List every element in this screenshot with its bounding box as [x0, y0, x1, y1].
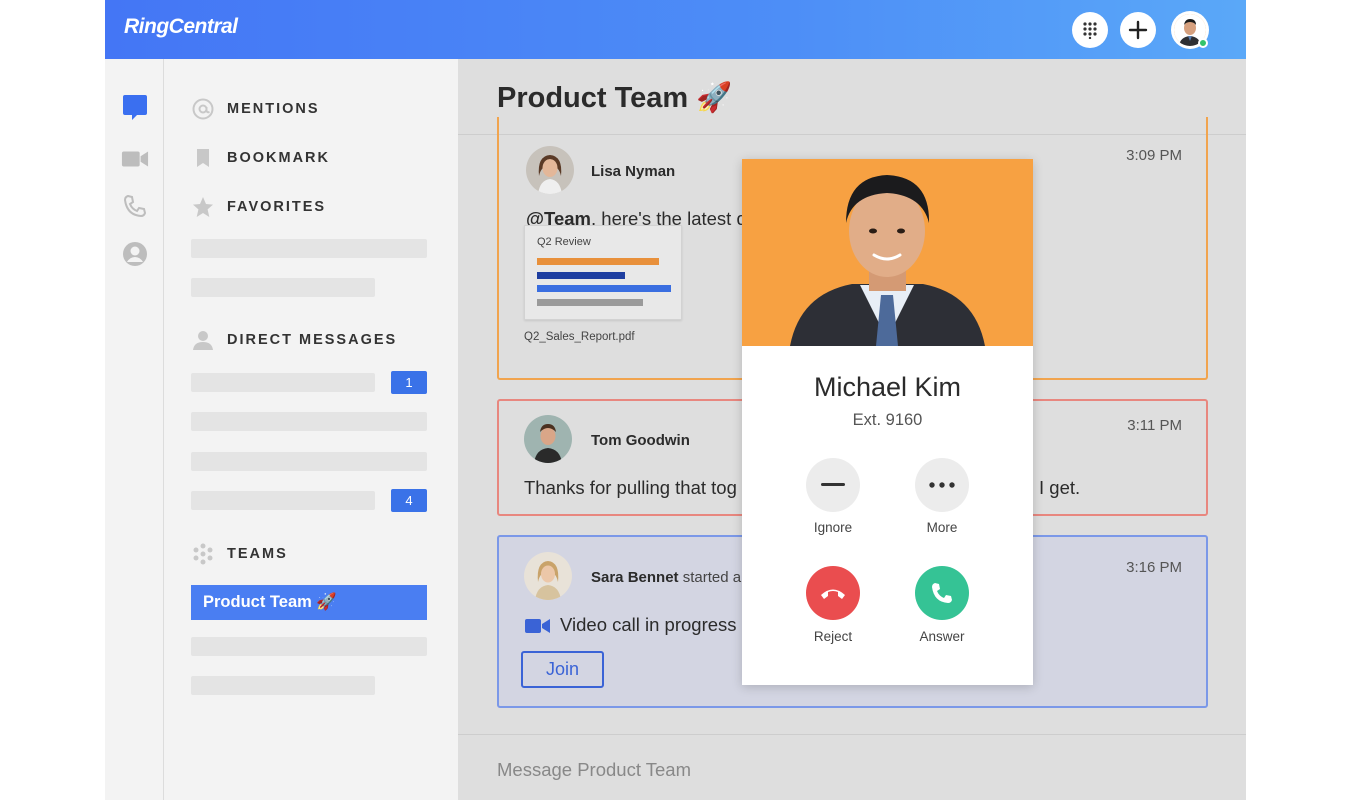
- file-attachment-preview[interactable]: Q2 Review: [524, 225, 682, 320]
- teams-icon: [191, 542, 215, 566]
- sidebar-item-mentions[interactable]: MENTIONS: [191, 97, 320, 121]
- contacts-icon: [123, 242, 147, 266]
- incoming-call-dialog: Michael Kim Ext. 9160 Ignore More Reject…: [742, 159, 1033, 685]
- sidebar-item-label: FAVORITES: [227, 199, 327, 215]
- sender-name: Lisa Nyman: [591, 163, 676, 180]
- composer-placeholder: Message Product Team: [497, 759, 692, 780]
- sidebar-item-label: TEAMS: [227, 546, 288, 562]
- preview-bar: [537, 258, 659, 265]
- message-text-continued: I get.: [1039, 477, 1081, 498]
- favorite-placeholder: [191, 239, 427, 258]
- add-button[interactable]: [1120, 12, 1156, 48]
- sidebar-item-product-team[interactable]: Product Team 🚀: [191, 585, 427, 620]
- at-sign-icon: [191, 97, 215, 121]
- more-label: More: [926, 520, 958, 535]
- answer-button[interactable]: [915, 566, 969, 620]
- sidebar-item-label: DIRECT MESSAGES: [227, 332, 398, 348]
- message-text: Video call in progress: [560, 614, 737, 635]
- message-time: 3:16 PM: [1126, 559, 1182, 576]
- sender-name: Sara Bennet started a: [591, 569, 742, 586]
- hang-up-icon: [821, 589, 845, 599]
- more-button[interactable]: [915, 458, 969, 512]
- user-avatar[interactable]: [1171, 11, 1209, 49]
- rail-messages[interactable]: [121, 93, 149, 121]
- join-call-button[interactable]: Join: [521, 651, 604, 688]
- phone-icon: [123, 194, 147, 218]
- file-name[interactable]: Q2_Sales_Report.pdf: [524, 331, 635, 343]
- minus-icon: [821, 483, 845, 486]
- avatar[interactable]: [524, 552, 572, 600]
- dm-placeholder[interactable]: [191, 412, 427, 431]
- page-title: Product Team 🚀: [497, 82, 733, 114]
- caller-photo: [742, 159, 1033, 346]
- message-time: 3:09 PM: [1126, 147, 1182, 164]
- dm-placeholder[interactable]: [191, 373, 375, 392]
- ignore-button[interactable]: [806, 458, 860, 512]
- dialpad-icon: [1083, 22, 1097, 39]
- message-time: 3:11 PM: [1127, 417, 1182, 434]
- preview-bar: [537, 272, 625, 279]
- top-bar: RingCentral: [105, 0, 1246, 59]
- preview-bar: [537, 285, 671, 292]
- presence-online-icon: [1198, 38, 1208, 48]
- file-preview-title: Q2 Review: [537, 236, 591, 248]
- rail-phone[interactable]: [121, 192, 149, 220]
- star-icon: [191, 195, 215, 219]
- message-text: Thanks for pulling that tog: [524, 477, 737, 498]
- ignore-label: Ignore: [813, 520, 853, 535]
- caller-extension: Ext. 9160: [852, 411, 923, 429]
- favorite-placeholder: [191, 278, 375, 297]
- dm-placeholder[interactable]: [191, 452, 427, 471]
- chat-bubble-icon: [123, 95, 147, 120]
- sidebar-item-teams[interactable]: TEAMS: [191, 542, 288, 566]
- avatar[interactable]: [524, 415, 572, 463]
- phone-answer-icon: [932, 583, 952, 603]
- video-call-icon: [524, 617, 552, 635]
- sidebar-item-favorites[interactable]: FAVORITES: [191, 195, 326, 219]
- sender-name: Tom Goodwin: [591, 432, 690, 449]
- reject-button[interactable]: [806, 566, 860, 620]
- rail-contacts[interactable]: [121, 240, 149, 268]
- answer-label: Answer: [919, 629, 965, 644]
- team-placeholder[interactable]: [191, 676, 375, 695]
- more-dots-icon: [929, 482, 955, 488]
- nav-rail: [105, 59, 164, 800]
- logo: RingCentral: [124, 15, 238, 38]
- unread-badge: 1: [391, 371, 427, 394]
- person-icon: [191, 328, 215, 352]
- preview-bar: [537, 299, 643, 306]
- bookmark-icon: [191, 146, 215, 170]
- avatar[interactable]: [526, 146, 574, 194]
- rail-video[interactable]: [121, 145, 149, 173]
- plus-icon: [1128, 20, 1148, 40]
- team-placeholder[interactable]: [191, 637, 427, 656]
- unread-badge: 4: [391, 489, 427, 512]
- sidebar-item-label: BOOKMARK: [227, 150, 330, 166]
- sidebar-item-label: MENTIONS: [227, 101, 320, 117]
- dm-placeholder[interactable]: [191, 491, 375, 510]
- message-composer[interactable]: Message Product Team: [458, 734, 1246, 800]
- app-window: RingCentral MENTIONS BOOKMARK FAVORITES …: [105, 0, 1246, 800]
- sidebar: MENTIONS BOOKMARK FAVORITES DIRECT MESSA…: [164, 59, 458, 800]
- sidebar-item-bookmark[interactable]: BOOKMARK: [191, 146, 330, 170]
- caller-name: Michael Kim: [813, 372, 962, 402]
- sidebar-item-direct-messages[interactable]: DIRECT MESSAGES: [191, 328, 397, 352]
- video-icon: [121, 151, 149, 167]
- reject-label: Reject: [813, 629, 853, 644]
- dialpad-button[interactable]: [1072, 12, 1108, 48]
